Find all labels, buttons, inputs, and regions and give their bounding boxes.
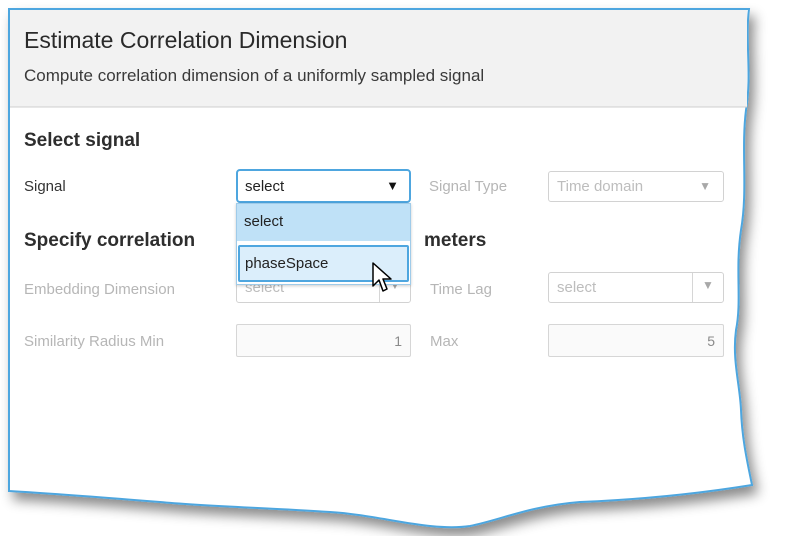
time-lag-value: select [557, 279, 597, 296]
signal-type-value: Time domain [557, 178, 644, 195]
section-heading-parameters: Specify correlation [24, 230, 196, 251]
time-lag-dropdown[interactable]: select ▼ [548, 272, 724, 303]
max-label: Max [430, 333, 459, 350]
similarity-radius-min-label: Similarity Radius Min [24, 333, 165, 350]
time-lag-label: Time Lag [430, 281, 492, 298]
max-input[interactable]: 5 [548, 324, 724, 357]
page-title: Estimate Correlation Dimension [24, 27, 348, 53]
dropdown-option-select[interactable]: select [237, 204, 410, 241]
mouse-pointer-icon [372, 262, 392, 292]
signal-type-label: Signal Type [429, 178, 508, 195]
signal-dropdown[interactable]: select ▼ [236, 169, 411, 203]
embedding-dimension-label: Embedding Dimension [24, 281, 175, 298]
page-subtitle: Compute correlation dimension of a unifo… [24, 66, 485, 85]
section-heading-parameters-end: meters [424, 230, 487, 251]
signal-label: Signal [24, 178, 66, 195]
similarity-radius-min-input[interactable]: 1 [236, 324, 411, 357]
section-heading-select-signal: Select signal [24, 130, 141, 151]
signal-type-dropdown[interactable]: Time domain ▼ [548, 171, 724, 202]
chevron-down-icon: ▼ [702, 278, 714, 292]
signal-dropdown-value: select [245, 178, 285, 195]
chevron-down-icon: ▼ [699, 179, 711, 193]
chevron-down-icon: ▼ [386, 178, 399, 193]
